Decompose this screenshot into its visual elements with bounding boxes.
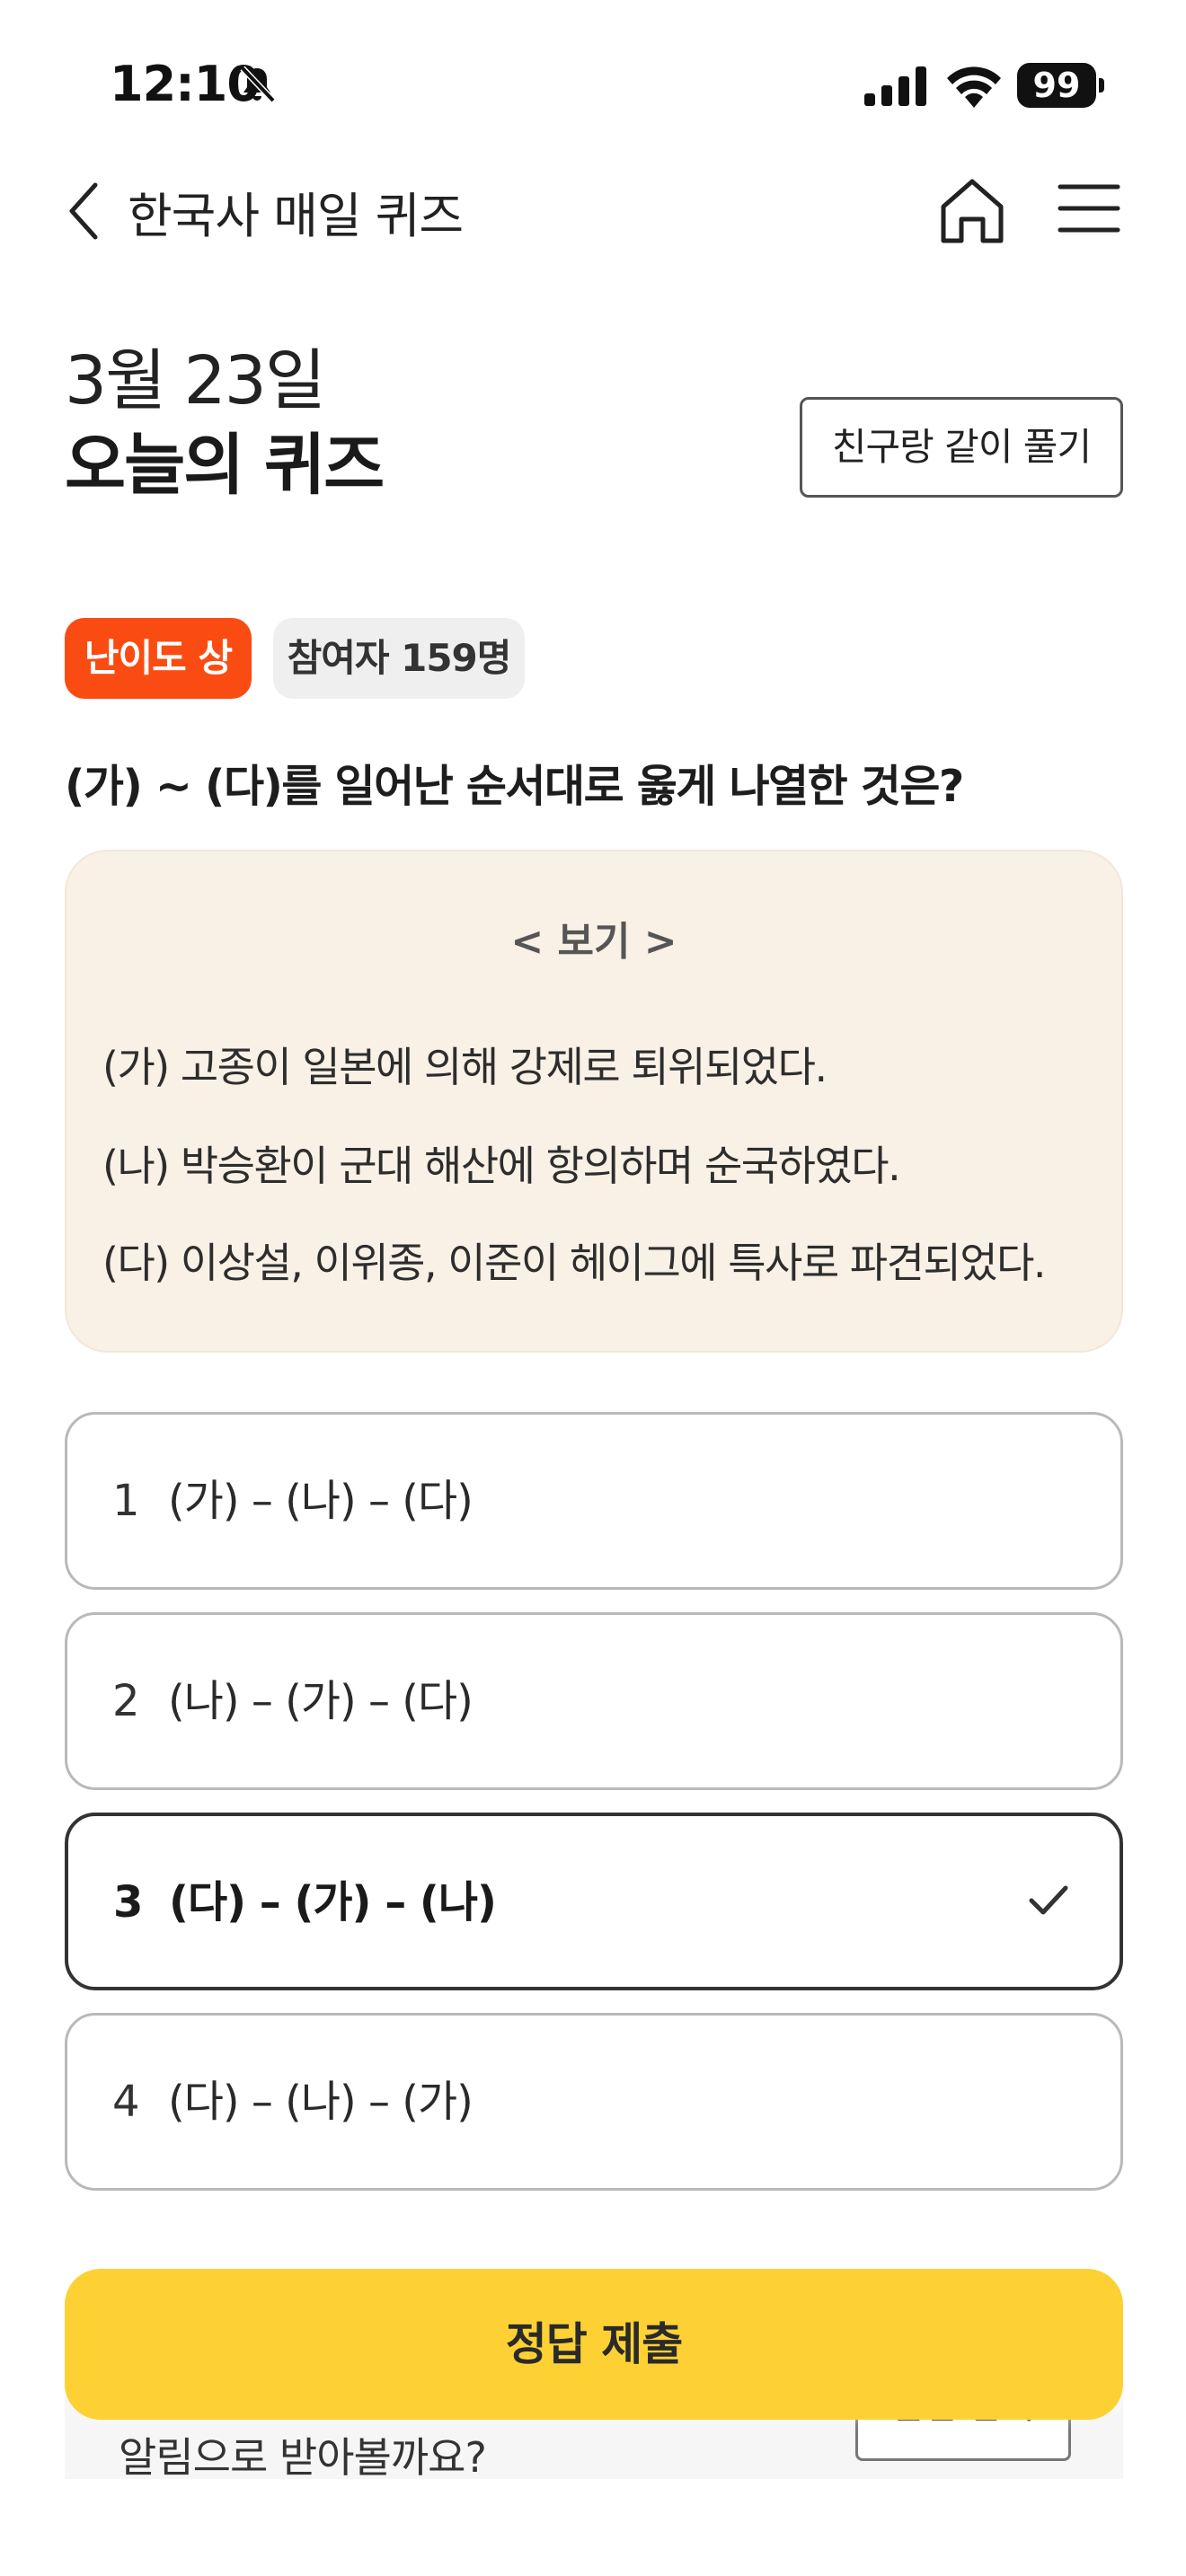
battery-level: 99	[1032, 66, 1081, 105]
example-item: (가) 고종이 일본에 의해 강제로 퇴위되었다.	[102, 1043, 828, 1091]
quiz-date: 3월 23일	[65, 342, 326, 419]
check-icon	[1029, 1885, 1068, 1915]
submit-answer-button[interactable]: 정답 제출	[65, 2269, 1123, 2420]
battery-icon: 99	[1017, 63, 1104, 108]
option-number: 3	[113, 1877, 144, 1928]
option-text: (가) – (나) – (다)	[168, 1476, 474, 1526]
answer-option-1[interactable]: 1 (가) – (나) – (다)	[65, 1412, 1123, 1590]
answer-option-2[interactable]: 2 (나) – (가) – (다)	[65, 1612, 1123, 1790]
question-text: (가) ~ (다)를 일어난 순서대로 옳게 나열한 것은?	[65, 761, 964, 812]
banner-text: 알림으로 받아볼까요?	[119, 2433, 487, 2482]
bell-slash-icon	[240, 66, 276, 103]
example-box: < 보기 > (가) 고종이 일본에 의해 강제로 퇴위되었다. (나) 박승환…	[65, 850, 1123, 1353]
hamburger-menu-icon[interactable]	[1057, 180, 1121, 237]
option-text: (다) – (가) – (나)	[169, 1877, 497, 1928]
battery-nub	[1099, 78, 1104, 93]
back-arrow-icon[interactable]	[65, 180, 104, 243]
option-number: 2	[112, 1676, 140, 1726]
option-text: (나) – (가) – (다)	[168, 1676, 474, 1726]
wifi-icon	[947, 66, 1001, 108]
status-bar: 12:10 99	[0, 0, 1186, 171]
nav-title: 한국사 매일 퀴즈	[128, 188, 464, 244]
answer-option-4[interactable]: 4 (다) – (나) – (가)	[65, 2013, 1123, 2191]
option-number: 1	[112, 1476, 140, 1526]
play-with-friend-button[interactable]: 친구랑 같이 풀기	[800, 397, 1123, 498]
example-item: (나) 박승환이 군대 해산에 항의하며 순국하였다.	[102, 1142, 901, 1190]
option-number: 4	[112, 2077, 140, 2127]
example-item: (다) 이상설, 이위종, 이준이 헤이그에 특사로 파견되었다.	[102, 1239, 1047, 1287]
difficulty-badge: 난이도 상	[65, 618, 252, 699]
page-title: 오늘의 퀴즈	[65, 427, 385, 504]
home-icon[interactable]	[934, 172, 1010, 248]
example-title: < 보기 >	[510, 919, 677, 965]
signal-icon	[864, 66, 926, 106]
participants-badge: 참여자 159명	[273, 618, 525, 699]
answer-option-3[interactable]: 3 (다) – (가) – (나)	[65, 1813, 1123, 1990]
option-text: (다) – (나) – (가)	[168, 2077, 474, 2127]
